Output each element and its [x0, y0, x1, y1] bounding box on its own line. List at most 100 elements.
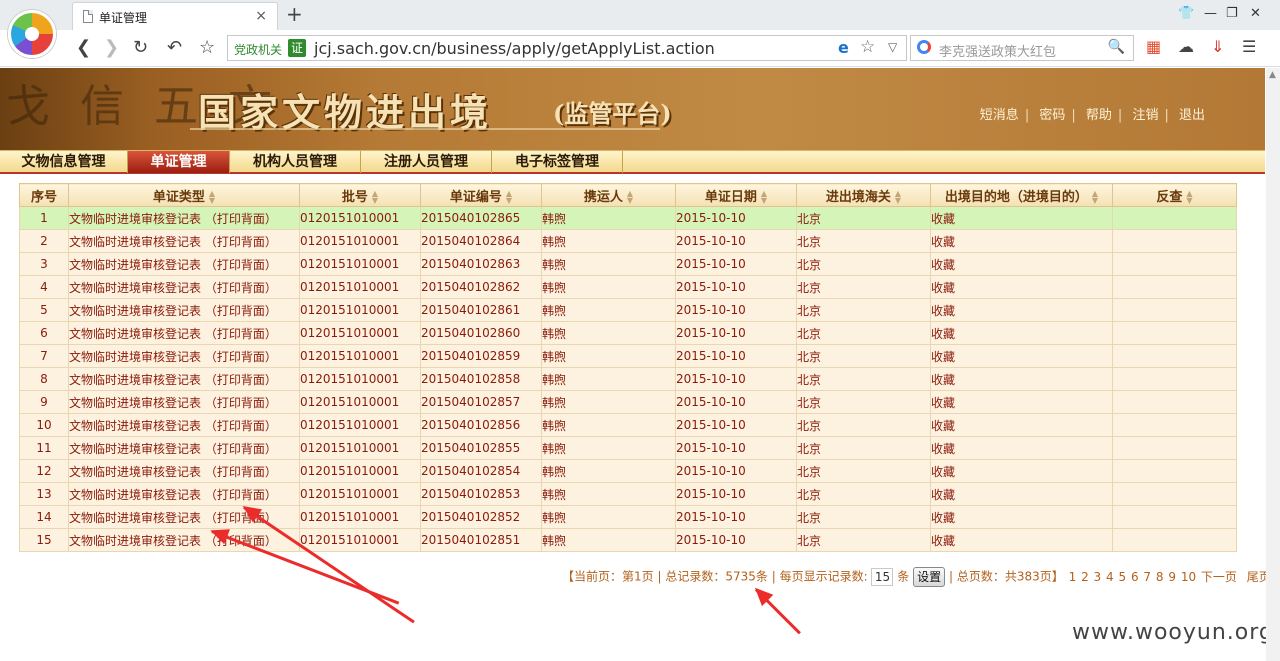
apps-grid-icon[interactable]: ▦: [1146, 37, 1161, 56]
col-header[interactable]: 携运人 ▲ ▼: [541, 183, 676, 207]
download-icon[interactable]: ⇓: [1211, 37, 1224, 56]
reload-icon[interactable]: ↻: [133, 37, 148, 58]
table-cell: 0120151010001: [299, 321, 421, 345]
document-type-link[interactable]: 文物临时进境审核登记表 （打印背面）: [68, 275, 300, 299]
url-text[interactable]: jcj.sach.gov.cn/business/apply/getApplyL…: [314, 39, 715, 58]
favorite-star-icon[interactable]: ☆: [860, 37, 875, 57]
link-messages[interactable]: 短消息: [980, 108, 1019, 123]
document-type-link[interactable]: 文物临时进境审核登记表 （打印背面）: [68, 528, 300, 552]
page-scrollbar[interactable]: ▲: [1266, 68, 1280, 661]
link-help[interactable]: 帮助: [1086, 108, 1112, 123]
table-row[interactable]: 7 文物临时进境审核登记表 （打印背面） 0120151010001 20150401…: [19, 344, 1237, 368]
document-type-link[interactable]: 文物临时进境审核登记表 （打印背面）: [68, 436, 300, 460]
table-cell: 收藏: [930, 344, 1113, 368]
table-cell: [1112, 459, 1237, 483]
document-type-link[interactable]: 文物临时进境审核登记表 （打印背面）: [68, 459, 300, 483]
link-logout[interactable]: 注销: [1132, 108, 1158, 123]
page-link[interactable]: 5: [1118, 570, 1126, 584]
new-tab-button[interactable]: +: [286, 2, 303, 26]
chevron-down-icon[interactable]: ▽: [888, 40, 897, 54]
per-page-unit: 条: [897, 569, 910, 584]
col-header[interactable]: 出境目的地（进境目的） ▲ ▼: [930, 183, 1113, 207]
search-icon[interactable]: 🔍: [1108, 39, 1125, 55]
menu-rfid-tags[interactable]: 电子标签管理: [492, 151, 623, 173]
col-header[interactable]: 反查 ▲ ▼: [1112, 183, 1237, 207]
page-link[interactable]: 9: [1168, 570, 1176, 584]
col-header[interactable]: 单证类型 ▲ ▼: [68, 183, 300, 207]
page-link[interactable]: 10: [1181, 570, 1196, 584]
cloud-icon[interactable]: ☁: [1178, 37, 1194, 56]
menu-artifact-info[interactable]: 文物信息管理: [0, 151, 128, 173]
table-row[interactable]: 8 文物临时进境审核登记表 （打印背面） 0120151010001 20150401…: [19, 367, 1237, 391]
table-row[interactable]: 12 文物临时进境审核登记表 （打印背面） 0120151010001 2015040…: [19, 459, 1237, 483]
table-row[interactable]: 2 文物临时进境审核登记表 （打印背面） 0120151010001 20150401…: [19, 229, 1237, 253]
sort-icon: ▲ ▼: [760, 189, 768, 205]
set-button[interactable]: 设置: [913, 567, 946, 587]
page-link[interactable]: 1: [1069, 570, 1077, 584]
skin-icon[interactable]: 👕: [1178, 6, 1194, 21]
document-type-link[interactable]: 文物临时进境审核登记表 （打印背面）: [68, 229, 300, 253]
table-row[interactable]: 15 文物临时进境审核登记表 （打印背面） 0120151010001 2015040…: [19, 528, 1237, 552]
table-row[interactable]: 6 文物临时进境审核登记表 （打印背面） 0120151010001 20150401…: [19, 321, 1237, 345]
menu-icon[interactable]: ☰: [1242, 37, 1256, 56]
page-link[interactable]: 2: [1081, 570, 1089, 584]
close-window-icon[interactable]: ✕: [1250, 6, 1261, 21]
table-cell: 0120151010001: [299, 229, 421, 253]
per-page-input[interactable]: 15: [871, 568, 894, 586]
page-link[interactable]: 6: [1131, 570, 1139, 584]
ie-engine-icon[interactable]: e: [838, 38, 849, 57]
search-input[interactable]: 李克强送政策大红包: [939, 41, 1056, 60]
forward-icon[interactable]: ❯: [104, 37, 119, 58]
document-type-link[interactable]: 文物临时进境审核登记表 （打印背面）: [68, 505, 300, 529]
browser-tab[interactable]: 单证管理 ×: [72, 2, 278, 30]
document-type-link[interactable]: 文物临时进境审核登记表 （打印背面）: [68, 321, 300, 345]
page-link[interactable]: 7: [1143, 570, 1151, 584]
document-type-link[interactable]: 文物临时进境审核登记表 （打印背面）: [68, 206, 300, 230]
page-link[interactable]: 4: [1106, 570, 1114, 584]
table-row[interactable]: 11 文物临时进境审核登记表 （打印背面） 0120151010001 2015040…: [19, 436, 1237, 460]
table-row[interactable]: 4 文物临时进境审核登记表 （打印背面） 0120151010001 20150401…: [19, 275, 1237, 299]
document-type-link[interactable]: 文物临时进境审核登记表 （打印背面）: [68, 482, 300, 506]
col-header[interactable]: 进出境海关 ▲ ▼: [796, 183, 931, 207]
table-row[interactable]: 1 文物临时进境审核登记表 （打印背面） 0120151010001 20150401…: [19, 206, 1237, 230]
link-password[interactable]: 密码: [1039, 108, 1065, 123]
sort-icon: ▲ ▼: [894, 189, 902, 205]
menu-agency-staff[interactable]: 机构人员管理: [230, 151, 361, 173]
undo-icon[interactable]: ↶: [167, 37, 182, 58]
search-engine-icon[interactable]: [917, 40, 931, 54]
page-link[interactable]: 3: [1094, 570, 1102, 584]
total-pages: 总页数：共383页】: [956, 569, 1064, 584]
document-type-link[interactable]: 文物临时进境审核登记表 （打印背面）: [68, 344, 300, 368]
menu-registered-staff[interactable]: 注册人员管理: [361, 151, 492, 173]
document-type-link[interactable]: 文物临时进境审核登记表 （打印背面）: [68, 413, 300, 437]
table-row[interactable]: 14 文物临时进境审核登记表 （打印背面） 0120151010001 2015040…: [19, 505, 1237, 529]
document-type-link[interactable]: 文物临时进境审核登记表 （打印背面）: [68, 367, 300, 391]
menu-document-management[interactable]: 单证管理: [128, 151, 230, 173]
minimize-icon[interactable]: —: [1204, 6, 1217, 21]
tab-close-icon[interactable]: ×: [255, 8, 267, 24]
document-type-link[interactable]: 文物临时进境审核登记表 （打印背面）: [68, 252, 300, 276]
table-cell: 0120151010001: [299, 344, 421, 368]
table-row[interactable]: 9 文物临时进境审核登记表 （打印背面） 0120151010001 20150401…: [19, 390, 1237, 414]
bookmark-star-icon[interactable]: ☆: [199, 37, 215, 58]
back-icon[interactable]: ❮: [76, 37, 91, 58]
table-row[interactable]: 13 文物临时进境审核登记表 （打印背面） 0120151010001 2015040…: [19, 482, 1237, 506]
link-exit[interactable]: 退出: [1179, 108, 1205, 123]
browser-tab-bar: 单证管理 × + 👕 — ❐ ✕: [0, 0, 1280, 30]
table-row[interactable]: 10 文物临时进境审核登记表 （打印背面） 0120151010001 2015040…: [19, 413, 1237, 437]
search-box[interactable]: 李克强送政策大红包 🔍: [910, 35, 1134, 61]
table-row[interactable]: 3 文物临时进境审核登记表 （打印背面） 0120151010001 20150401…: [19, 252, 1237, 276]
address-bar[interactable]: 党政机关 证 jcj.sach.gov.cn/business/apply/ge…: [227, 35, 907, 61]
next-page-link[interactable]: 下一页: [1201, 570, 1237, 584]
col-header[interactable]: 单证日期 ▲ ▼: [675, 183, 797, 207]
document-type-link[interactable]: 文物临时进境审核登记表 （打印背面）: [68, 390, 300, 414]
col-header[interactable]: 单证编号 ▲ ▼: [420, 183, 542, 207]
col-header[interactable]: 批号 ▲ ▼: [299, 183, 421, 207]
browser-logo-icon[interactable]: [8, 10, 56, 58]
table-cell: 韩煦: [541, 528, 676, 552]
table-row[interactable]: 5 文物临时进境审核登记表 （打印背面） 0120151010001 20150401…: [19, 298, 1237, 322]
table-cell: 收藏: [930, 298, 1113, 322]
page-link[interactable]: 8: [1156, 570, 1164, 584]
maximize-icon[interactable]: ❐: [1226, 6, 1238, 21]
document-type-link[interactable]: 文物临时进境审核登记表 （打印背面）: [68, 298, 300, 322]
